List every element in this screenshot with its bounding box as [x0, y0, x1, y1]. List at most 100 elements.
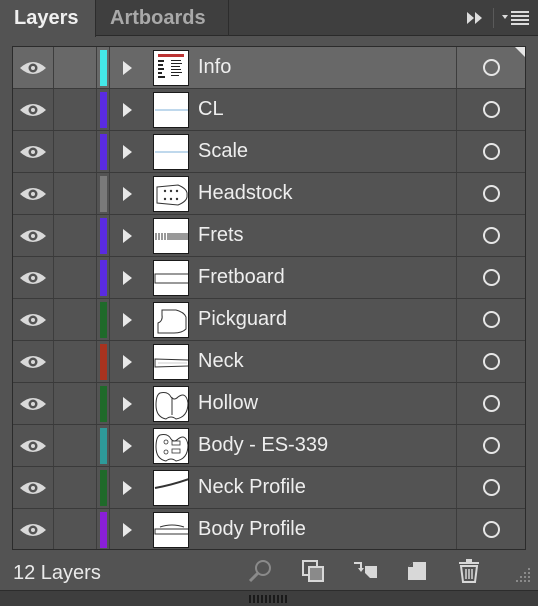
- make-clipping-mask-icon[interactable]: [300, 558, 326, 584]
- layer-name[interactable]: Fretboard: [198, 257, 285, 298]
- panel-menu-icon[interactable]: [502, 10, 530, 26]
- lock-toggle[interactable]: [55, 173, 97, 214]
- expand-toggle[interactable]: [109, 509, 145, 549]
- layer-row[interactable]: Info: [13, 47, 525, 89]
- disclosure-triangle-icon: [123, 102, 132, 117]
- target-toggle[interactable]: [456, 173, 525, 214]
- lock-toggle[interactable]: [55, 47, 97, 88]
- layer-name[interactable]: CL: [198, 89, 224, 130]
- layer-thumbnail: [153, 302, 189, 338]
- layer-name[interactable]: Hollow: [198, 383, 258, 424]
- layer-color-swatch: [100, 92, 107, 128]
- expand-toggle[interactable]: [109, 299, 145, 340]
- layer-row[interactable]: Neck Profile: [13, 467, 525, 509]
- target-toggle[interactable]: [456, 509, 525, 549]
- target-toggle[interactable]: [456, 383, 525, 424]
- target-toggle[interactable]: [456, 341, 525, 382]
- disclosure-triangle-icon: [123, 396, 132, 411]
- lock-toggle[interactable]: [55, 425, 97, 466]
- layer-name[interactable]: Info: [198, 47, 231, 88]
- layer-name[interactable]: Scale: [198, 131, 248, 172]
- visibility-toggle[interactable]: [13, 299, 54, 340]
- layer-row[interactable]: Frets: [13, 215, 525, 257]
- layer-color-swatch: [100, 344, 107, 380]
- layer-thumbnail: [153, 134, 189, 170]
- layer-name[interactable]: Body - ES-339: [198, 425, 328, 466]
- expand-toggle[interactable]: [109, 383, 145, 424]
- resize-grip-icon[interactable]: [514, 566, 532, 584]
- expand-toggle[interactable]: [109, 467, 145, 508]
- layer-row[interactable]: Scale: [13, 131, 525, 173]
- visibility-toggle[interactable]: [13, 173, 54, 214]
- visibility-toggle[interactable]: [13, 47, 54, 88]
- layer-row[interactable]: Neck: [13, 341, 525, 383]
- layer-row[interactable]: Hollow: [13, 383, 525, 425]
- tab-layers[interactable]: Layers: [0, 0, 96, 37]
- layer-thumbnail: [153, 218, 189, 254]
- layer-thumbnail: [153, 92, 189, 128]
- lock-toggle[interactable]: [55, 383, 97, 424]
- target-toggle[interactable]: [456, 257, 525, 298]
- layer-color-swatch: [100, 176, 107, 212]
- expand-toggle[interactable]: [109, 47, 145, 88]
- collapse-double-arrow-icon[interactable]: [465, 10, 485, 26]
- expand-toggle[interactable]: [109, 89, 145, 130]
- layer-row[interactable]: CL: [13, 89, 525, 131]
- target-circle-icon: [482, 437, 500, 454]
- disclosure-triangle-icon: [123, 270, 132, 285]
- layer-name[interactable]: Headstock: [198, 173, 293, 214]
- lock-toggle[interactable]: [55, 89, 97, 130]
- new-layer-icon[interactable]: [404, 558, 430, 584]
- layer-name[interactable]: Neck Profile: [198, 467, 306, 508]
- layer-row[interactable]: Body - ES-339: [13, 425, 525, 467]
- visibility-toggle[interactable]: [13, 89, 54, 130]
- expand-toggle[interactable]: [109, 215, 145, 256]
- target-toggle[interactable]: [456, 131, 525, 172]
- expand-toggle[interactable]: [109, 173, 145, 214]
- tab-artboards[interactable]: Artboards: [97, 0, 229, 36]
- visibility-toggle[interactable]: [13, 509, 54, 549]
- lock-toggle[interactable]: [55, 341, 97, 382]
- panel-drag-handle-icon[interactable]: [249, 595, 289, 603]
- visibility-toggle[interactable]: [13, 257, 54, 298]
- visibility-toggle[interactable]: [13, 467, 54, 508]
- lock-toggle[interactable]: [55, 215, 97, 256]
- target-toggle[interactable]: [456, 215, 525, 256]
- layer-name[interactable]: Frets: [198, 215, 244, 256]
- layer-row[interactable]: Body Profile: [13, 509, 525, 549]
- lock-toggle[interactable]: [55, 467, 97, 508]
- disclosure-triangle-icon: [123, 522, 132, 537]
- layer-name[interactable]: Neck: [198, 341, 244, 382]
- visibility-toggle[interactable]: [13, 383, 54, 424]
- lock-toggle[interactable]: [55, 131, 97, 172]
- target-toggle[interactable]: [456, 425, 525, 466]
- lock-toggle[interactable]: [55, 299, 97, 340]
- layer-name[interactable]: Body Profile: [198, 509, 306, 549]
- visibility-toggle[interactable]: [13, 341, 54, 382]
- expand-toggle[interactable]: [109, 425, 145, 466]
- layer-row[interactable]: Headstock: [13, 173, 525, 215]
- layer-thumbnail: [153, 428, 189, 464]
- target-toggle[interactable]: [456, 299, 525, 340]
- expand-toggle[interactable]: [109, 257, 145, 298]
- target-toggle[interactable]: [456, 467, 525, 508]
- locate-object-icon[interactable]: [247, 558, 273, 584]
- lock-toggle[interactable]: [55, 257, 97, 298]
- layer-row[interactable]: Pickguard: [13, 299, 525, 341]
- layer-row[interactable]: Fretboard: [13, 257, 525, 299]
- layers-list[interactable]: Info CL Scale Headstock Frets Fretboard Pickgu…: [12, 46, 526, 550]
- eye-icon: [20, 481, 46, 494]
- expand-toggle[interactable]: [109, 131, 145, 172]
- tab-bar-separator: [493, 8, 494, 28]
- expand-toggle[interactable]: [109, 341, 145, 382]
- target-toggle[interactable]: [456, 89, 525, 130]
- target-circle-icon: [482, 479, 500, 496]
- visibility-toggle[interactable]: [13, 215, 54, 256]
- visibility-toggle[interactable]: [13, 425, 54, 466]
- layer-name[interactable]: Pickguard: [198, 299, 287, 340]
- lock-toggle[interactable]: [55, 509, 97, 549]
- create-sublayer-icon[interactable]: [352, 558, 378, 584]
- delete-layer-icon[interactable]: [456, 558, 482, 584]
- visibility-toggle[interactable]: [13, 131, 54, 172]
- eye-icon: [20, 61, 46, 74]
